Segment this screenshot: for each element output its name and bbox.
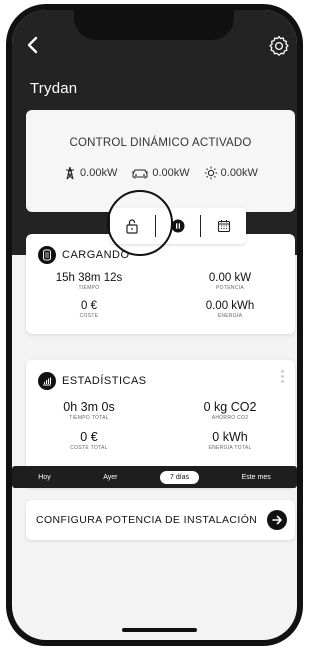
total-cost: 0 € COSTE TOTAL — [34, 430, 144, 451]
total-energy-label: ENERGÍA TOTAL — [208, 445, 252, 451]
charging-power-label: POTENCIA — [216, 285, 244, 291]
charging-energy-value: 0.00 kWh — [205, 300, 255, 312]
charging-time: 15h 38m 12s TIEMPO — [34, 272, 144, 291]
total-cost-label: COSTE TOTAL — [70, 445, 108, 451]
schedule-button[interactable] — [201, 208, 246, 244]
back-button[interactable] — [22, 34, 44, 56]
tab-this-month[interactable]: Este mes — [232, 471, 281, 484]
total-energy-value: 0 kWh — [212, 430, 248, 444]
calendar-icon — [217, 220, 230, 233]
unlock-button[interactable] — [110, 208, 155, 244]
total-time-label: TIEMPO TOTAL — [69, 415, 109, 421]
chevron-left-icon — [27, 36, 38, 54]
charging-energy: 0.00 kWh ENERGÍA — [175, 300, 285, 319]
pause-button[interactable] — [156, 208, 201, 244]
device-notch — [74, 10, 234, 40]
grid-power: 0.00kW — [63, 166, 117, 180]
settings-button[interactable] — [267, 34, 291, 58]
more-options-icon[interactable] — [281, 370, 285, 383]
pause-icon — [171, 219, 185, 233]
tab-yesterday[interactable]: Ayer — [93, 471, 127, 484]
charger-badge — [38, 246, 56, 264]
power-readings: 0.00kW 0.00kW 0.00kW — [26, 166, 295, 180]
co2-savings-value: 0 kg CO2 — [203, 400, 257, 414]
solar-power: 0.00kW — [204, 166, 258, 180]
charging-time-label: TIEMPO — [78, 285, 100, 291]
total-time-value: 0h 3m 0s — [63, 400, 115, 414]
unlock-icon — [126, 219, 138, 234]
app-screen: Trydan CONTROL DINÁMICO ACTIVADO 0.00kW … — [12, 10, 297, 640]
bar-chart-icon — [43, 377, 52, 386]
charger-toolbar — [110, 208, 246, 244]
phone-frame: Trydan CONTROL DINÁMICO ACTIVADO 0.00kW … — [6, 4, 303, 646]
charging-cost-value: 0 € — [81, 300, 97, 312]
statistics-badge — [38, 372, 56, 390]
power-tower-icon — [66, 166, 75, 180]
gear-icon — [269, 35, 289, 56]
car-icon — [132, 169, 149, 179]
co2-savings: 0 kg CO2 AHORRO CO2 — [175, 400, 285, 421]
charging-title: CARGANDO — [62, 249, 130, 261]
total-time: 0h 3m 0s TIEMPO TOTAL — [34, 400, 144, 421]
solar-power-value: 0.00kW — [220, 167, 258, 179]
arrow-right-icon — [272, 515, 282, 525]
period-selector: Hoy Ayer 7 días Este mes — [12, 466, 297, 488]
charging-power: 0.00 kW POTENCIA — [175, 272, 285, 291]
arrow-right-badge — [267, 510, 287, 530]
grid-power-value: 0.00kW — [80, 167, 118, 179]
charging-cost-label: COSTE — [79, 313, 99, 319]
charging-header: CARGANDO — [38, 246, 130, 264]
configure-power-label: CONFIGURA POTENCIA DE INSTALACIÓN — [36, 514, 258, 526]
charger-icon — [43, 249, 51, 261]
charging-card: CARGANDO 15h 38m 12s TIEMPO 0.00 kW POTE… — [26, 234, 295, 334]
page-title: Trydan — [30, 80, 78, 97]
charging-time-value: 15h 38m 12s — [55, 272, 123, 284]
sun-icon — [204, 166, 217, 180]
home-indicator[interactable] — [122, 628, 197, 632]
co2-savings-label: AHORRO CO2 — [211, 415, 249, 421]
dynamic-control-status: CONTROL DINÁMICO ACTIVADO — [69, 137, 252, 149]
configure-power-button[interactable]: CONFIGURA POTENCIA DE INSTALACIÓN — [26, 500, 295, 540]
dynamic-control-card: CONTROL DINÁMICO ACTIVADO 0.00kW 0.00kW — [26, 110, 295, 212]
statistics-title: ESTADÍSTICAS — [62, 375, 147, 387]
tab-today[interactable]: Hoy — [28, 471, 60, 484]
charging-energy-label: ENERGÍA — [217, 313, 243, 319]
car-power: 0.00kW — [131, 166, 190, 180]
statistics-header: ESTADÍSTICAS — [38, 372, 147, 390]
car-power-value: 0.00kW — [152, 167, 190, 179]
total-cost-value: 0 € — [80, 430, 98, 444]
charging-cost: 0 € COSTE — [34, 300, 144, 319]
tab-7-days[interactable]: 7 días — [159, 470, 200, 484]
charging-power-value: 0.00 kW — [208, 272, 252, 284]
total-energy: 0 kWh ENERGÍA TOTAL — [175, 430, 285, 451]
